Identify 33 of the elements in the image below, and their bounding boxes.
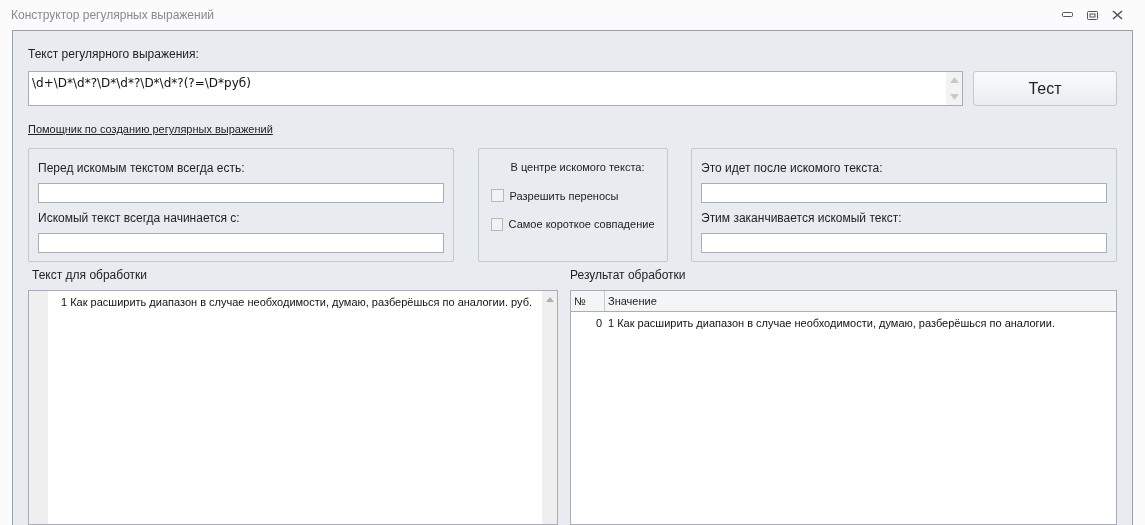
checkbox-label: Самое короткое совпадение xyxy=(508,217,655,232)
text-area[interactable]: 1 Как расширить диапазон в случае необходимости, думаю, разберёшься по аналогии. руб. xyxy=(28,290,558,525)
checkbox[interactable] xyxy=(490,217,503,231)
maximize-icon[interactable] xyxy=(1087,10,1098,20)
scroll-down-icon[interactable] xyxy=(949,93,959,100)
text-field[interactable] xyxy=(701,183,1107,203)
scrollbar[interactable] xyxy=(542,291,557,524)
scroll-up-icon[interactable] xyxy=(545,297,554,302)
checkbox-label: Разрешить переносы xyxy=(509,188,619,204)
helper-link[interactable]: Помощник по созданию регулярных выражений xyxy=(28,123,273,135)
field-label: Перед искомым текстом всегда есть: xyxy=(38,160,246,177)
minimize-icon[interactable] xyxy=(1062,12,1073,18)
group-title: В центре искомого текста: xyxy=(509,160,646,175)
text-field[interactable] xyxy=(701,233,1107,253)
text-field[interactable] xyxy=(38,233,444,253)
field-label: Искомый текст всегда начинается с: xyxy=(38,210,241,227)
test-button[interactable]: Тест xyxy=(973,71,1117,106)
column-header[interactable]: № xyxy=(571,291,605,311)
column-header[interactable]: Значение xyxy=(605,291,1116,311)
scroll-up-icon[interactable] xyxy=(949,77,959,84)
regex-field[interactable]: \d+\D*\d*?\D*\d*?\D*\d*?(?=\D*руб) xyxy=(28,71,963,106)
checkbox[interactable] xyxy=(490,189,504,203)
text-area-content: 1 Как расширить диапазон в случае необходимости, думаю, разберёшься по аналогии. руб. xyxy=(60,295,533,310)
text-field[interactable] xyxy=(38,183,444,203)
field-label: Текст регулярного выражения: xyxy=(28,46,200,63)
table-cell-text: 0 xyxy=(594,316,603,331)
window-title: Конструктор регулярных выражений xyxy=(11,7,216,24)
section-label: Результат обработки xyxy=(570,267,687,284)
field-label: Это идет после искомого текста: xyxy=(701,160,884,177)
close-icon[interactable] xyxy=(1112,10,1123,20)
section-label: Текст для обработки xyxy=(31,267,148,284)
field-label: Этим заканчивается искомый текст: xyxy=(701,210,903,227)
table-cell-text: 1 Как расширить диапазон в случае необходимости, думаю, разберёшься по аналогии. xyxy=(607,316,1056,331)
